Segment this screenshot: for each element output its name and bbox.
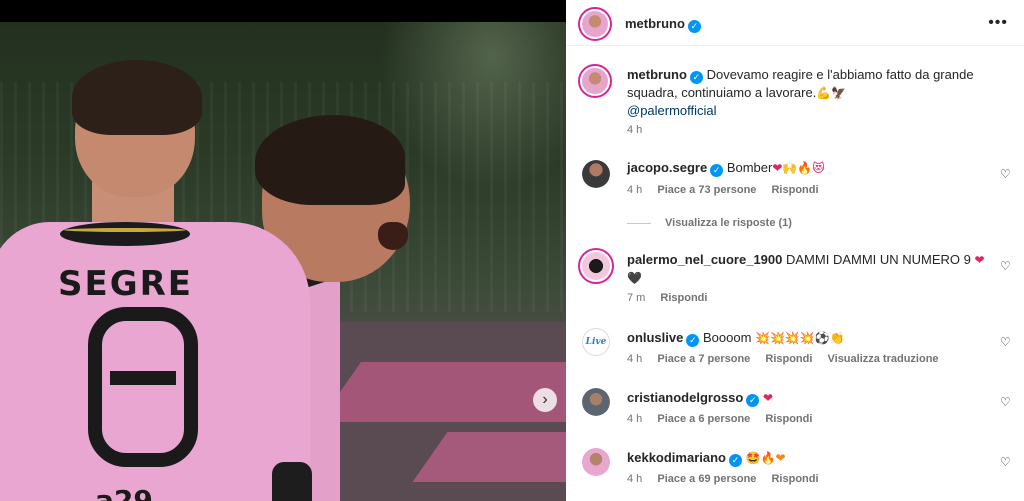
like-comment-heart-icon[interactable]: ♡ [1000, 168, 1012, 180]
commenter-avatar[interactable] [578, 248, 614, 284]
verified-badge-icon: ✓ [686, 334, 700, 347]
comment-meta: 4 h Piace a 6 persone Rispondi [627, 413, 824, 425]
comment-emoji-2: 🖤 [627, 271, 642, 285]
caption-line-1: Dovevamo reagire e l'abbiamo fatto da gr… [706, 67, 974, 82]
post-header: metbruno ✓ ••• [566, 0, 1024, 46]
comment-likes[interactable]: Piace a 6 persone [657, 413, 750, 425]
reply-button[interactable]: Rispondi [771, 473, 818, 485]
comment-username[interactable]: jacopo.segre [627, 160, 707, 175]
comment-time: 7 m [627, 292, 646, 304]
reply-button[interactable]: Rispondi [765, 413, 812, 425]
player-front-hair [255, 115, 405, 205]
caption-line-2: squadra, continuiamo a lavorare. [627, 85, 817, 100]
comment-meta: 4 h Piace a 73 persone Rispondi [627, 184, 831, 196]
reply-button[interactable]: Rispondi [660, 292, 707, 304]
comment-meta: 4 h Piace a 7 persone Rispondi Visualizz… [627, 353, 951, 365]
verified-badge-icon: ✓ [710, 164, 724, 177]
comment-likes[interactable]: Piace a 73 persone [657, 184, 756, 196]
commenter-avatar[interactable] [582, 388, 610, 416]
reply-button[interactable]: Rispondi [765, 353, 812, 365]
jersey-name: SEGRE [58, 264, 194, 304]
comment-emoji: ❤🙌🔥😻 [772, 161, 825, 175]
jersey-sponsor: a29 [95, 484, 153, 501]
like-comment-heart-icon[interactable]: ♡ [1000, 456, 1012, 468]
chevron-right-icon: › [542, 391, 548, 408]
comment-text: jacopo.segre ✓ Bomber❤🙌🔥😻 [627, 159, 987, 177]
comment-body: Boooom [702, 330, 752, 345]
comment-time: 4 h [627, 473, 643, 485]
player-back-collar [60, 222, 190, 246]
comment-text: cristianodelgrosso ✓ ❤ [627, 389, 987, 407]
like-comment-heart-icon[interactable]: ♡ [1000, 260, 1012, 272]
comment-likes[interactable]: Piace a 7 persone [657, 353, 750, 365]
comment-emoji: ❤ [762, 391, 773, 405]
comment-text: kekkodimariano ✓ 🤩🔥❤ [627, 449, 987, 467]
carousel-next-button[interactable]: › [533, 388, 557, 412]
top-strip [0, 0, 566, 22]
reply-button[interactable]: Rispondi [771, 184, 818, 196]
comment-body: DAMMI DAMMI UN NUMERO 9 [786, 252, 971, 267]
commenter-avatar[interactable]: Live [582, 328, 610, 356]
jersey-number-eight [88, 307, 198, 467]
post-sidebar: metbruno ✓ ••• metbruno ✓ Dovevamo reagire… [566, 0, 1024, 501]
more-options-icon[interactable]: ••• [988, 14, 1008, 32]
app-frame: SEGRE a29 › metbruno ✓ ••• metbruno ✓ Do… [0, 0, 1024, 501]
mention-link[interactable]: @palermofficial [627, 103, 717, 118]
comment-body: Bomber [726, 160, 773, 175]
verified-badge-icon: ✓ [729, 454, 742, 467]
replies-divider [627, 222, 651, 224]
caption-avatar[interactable] [578, 64, 612, 98]
view-replies-button[interactable]: Visualizza le risposte (1) [627, 217, 792, 229]
verified-badge-icon: ✓ [687, 20, 701, 33]
adboard-stripe [318, 362, 566, 422]
commenter-avatar[interactable] [582, 160, 610, 188]
commenter-avatar[interactable] [582, 448, 610, 476]
shoulder-shadow [272, 462, 312, 501]
comment-text: onluslive ✓ Boooom 💥💥💥💥⚽👏 [627, 329, 987, 347]
adboard-stripe [412, 432, 566, 482]
caption-username[interactable]: metbruno [627, 67, 687, 82]
verified-badge-icon: ✓ [689, 71, 703, 84]
post-photo[interactable]: SEGRE a29 › [0, 22, 566, 501]
comment-emoji: ❤ [974, 253, 985, 267]
like-comment-heart-icon[interactable]: ♡ [1000, 396, 1012, 408]
comment-username[interactable]: cristianodelgrosso [627, 390, 743, 405]
like-comment-heart-icon[interactable]: ♡ [1000, 336, 1012, 348]
player-front-mouth [378, 222, 408, 250]
comment-username[interactable]: onluslive [627, 330, 683, 345]
verified-badge-icon: ✓ [746, 394, 760, 407]
translate-button[interactable]: Visualizza traduzione [828, 353, 939, 365]
comment-time: 4 h [627, 184, 643, 196]
caption-emoji: 💪🦅 [816, 86, 847, 100]
player-back-hair [72, 60, 202, 135]
comment-likes[interactable]: Piace a 69 persone [657, 473, 756, 485]
comment-meta: 4 h Piace a 69 persone Rispondi [627, 473, 831, 485]
comment-emoji: 🤩🔥❤ [745, 451, 786, 465]
comment-username[interactable]: palermo_nel_cuore_1900 [627, 252, 782, 267]
player-back-collar-stripe [64, 228, 186, 232]
comment-text: palermo_nel_cuore_1900 DAMMI DAMMI UN NU… [627, 251, 987, 287]
view-replies-label: Visualizza le risposte (1) [665, 217, 792, 229]
author-username[interactable]: metbruno [625, 16, 685, 31]
comment-time: 4 h [627, 413, 643, 425]
comment-username[interactable]: kekkodimariano [627, 450, 726, 465]
author-avatar[interactable] [578, 7, 612, 41]
caption-text: metbruno ✓ Dovevamo reagire e l'abbiamo f… [627, 66, 987, 119]
comment-meta: 7 m Rispondi [627, 292, 719, 304]
comment-emoji: 💥💥💥💥⚽👏 [755, 331, 845, 345]
comment-time: 4 h [627, 353, 643, 365]
caption-time: 4 h [627, 124, 643, 136]
